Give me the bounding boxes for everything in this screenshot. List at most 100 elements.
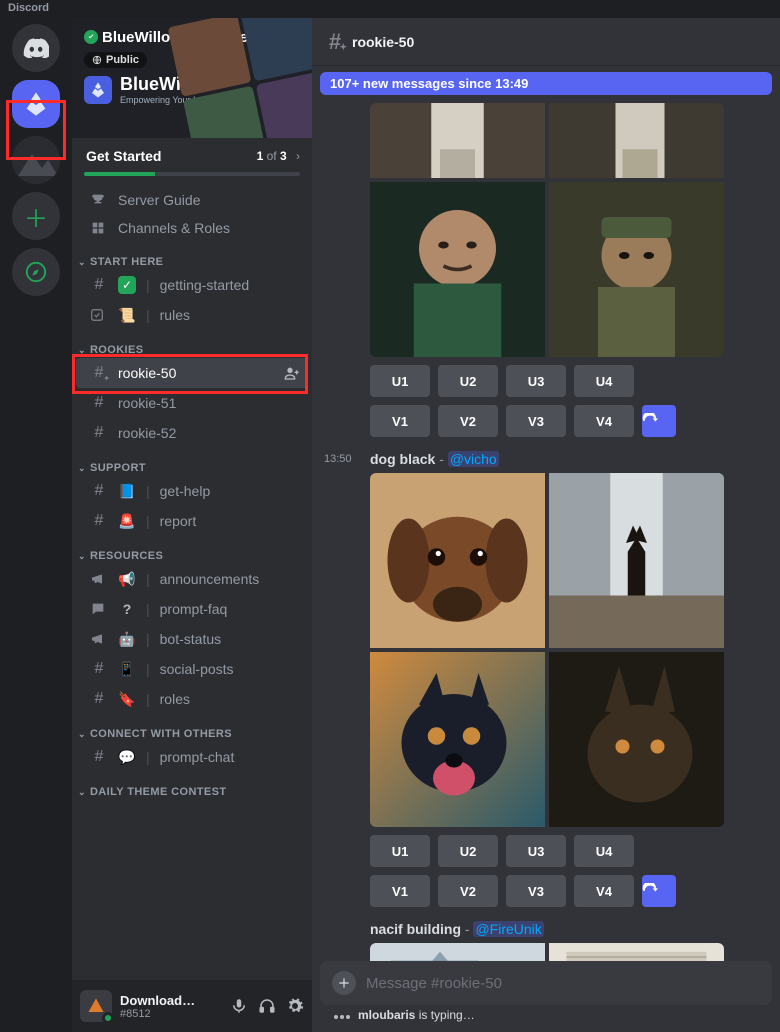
add-server-button[interactable]: ＋ [12, 192, 60, 240]
upscale-button-u4[interactable]: U4 [574, 365, 634, 397]
channel-label: rookie-52 [118, 425, 300, 441]
reroll-button[interactable] [642, 875, 676, 907]
microphone-icon[interactable] [230, 997, 248, 1015]
upscale-button-u1[interactable]: U1 [370, 365, 430, 397]
typing-user: mloubaris [358, 1008, 415, 1022]
add-user-icon[interactable] [284, 365, 300, 381]
verified-badge-icon [84, 30, 98, 44]
channel-roles[interactable]: # 🔖 | roles [76, 684, 308, 714]
chat-bubble-icon [90, 601, 108, 617]
variation-button-v4[interactable]: V4 [574, 405, 634, 437]
upscale-button-u1[interactable]: U1 [370, 835, 430, 867]
channel-label: roles [160, 691, 300, 707]
hash-icon: # [90, 660, 108, 678]
message-timestamp: 13:50 [324, 453, 352, 465]
chevron-down-icon: ⌄ [78, 729, 86, 740]
channel-social-posts[interactable]: # 📱 | social-posts [76, 654, 308, 684]
upscale-button-u4[interactable]: U4 [574, 835, 634, 867]
variation-button-v2[interactable]: V2 [438, 875, 498, 907]
upscale-button-u2[interactable]: U2 [438, 835, 498, 867]
get-started-current: 1 [257, 149, 264, 163]
get-started-title: Get Started [86, 148, 161, 164]
user-panel: Download… #8512 [72, 980, 312, 1032]
section-rookies-label: ROOKIES [90, 344, 144, 356]
message-input[interactable] [366, 975, 760, 992]
message-author-mention[interactable]: @FireUnik [473, 921, 543, 937]
hash-icon: # [90, 690, 108, 708]
refresh-icon [642, 883, 658, 899]
megaphone-icon [90, 571, 108, 587]
server-bluewillow[interactable] [12, 80, 60, 128]
image-grid[interactable] [370, 473, 724, 827]
get-started-row[interactable]: Get Started 1 of 3 › [72, 138, 312, 172]
image-grid[interactable] [370, 943, 724, 961]
channel-bot-status[interactable]: 🤖 | bot-status [76, 624, 308, 654]
channels-roles-label: Channels & Roles [118, 220, 300, 236]
server-banner-art [192, 18, 312, 138]
channel-rookie-51[interactable]: # rookie-51 [76, 388, 308, 418]
new-messages-bar[interactable]: 107+ new messages since 13:49 [320, 72, 772, 95]
channel-label: prompt-chat [160, 749, 300, 765]
channel-report[interactable]: # 🚨 | report [76, 506, 308, 536]
explore-servers-button[interactable] [12, 248, 60, 296]
grid-icon [90, 220, 108, 236]
message-author-mention[interactable]: @vicho [448, 451, 499, 467]
section-rookies[interactable]: ⌄ ROOKIES [72, 330, 312, 358]
public-badge: Public [84, 52, 147, 68]
variation-button-v1[interactable]: V1 [370, 405, 430, 437]
section-resources-label: RESOURCES [90, 550, 163, 562]
section-start-here-label: START HERE [90, 256, 163, 268]
server-other[interactable] [12, 136, 60, 184]
channel-label: bot-status [160, 631, 300, 647]
channel-rules[interactable]: 📜 | rules [76, 300, 308, 330]
channel-get-help[interactable]: # 📘 | get-help [76, 476, 308, 506]
chevron-right-icon: › [296, 149, 300, 163]
section-start-here[interactable]: ⌄ START HERE [72, 242, 312, 270]
bluewillow-logo-icon [22, 90, 50, 118]
upscale-button-u2[interactable]: U2 [438, 365, 498, 397]
chevron-down-icon: ⌄ [78, 257, 86, 268]
image-grid[interactable] [370, 103, 724, 357]
hash-icon: # [90, 394, 108, 412]
check-square-icon [90, 308, 108, 322]
headphones-icon[interactable] [258, 997, 276, 1015]
message-composer[interactable] [320, 961, 772, 1005]
channels-roles-row[interactable]: Channels & Roles [76, 214, 308, 242]
channel-prompt-faq[interactable]: ? | prompt-faq [76, 594, 308, 624]
reroll-button[interactable] [642, 405, 676, 437]
variation-button-v3[interactable]: V3 [506, 875, 566, 907]
channel-announcements[interactable]: 📢 | announcements [76, 564, 308, 594]
section-support[interactable]: ⌄ SUPPORT [72, 448, 312, 476]
messages-list[interactable]: U1 U2 U3 U4 V1 V2 V3 V4 [312, 103, 780, 961]
channel-prompt-chat[interactable]: # 💬 | prompt-chat [76, 742, 308, 772]
attach-button[interactable] [332, 971, 356, 995]
chevron-down-icon: ⌄ [78, 463, 86, 474]
compass-icon [25, 261, 47, 283]
upscale-button-u3[interactable]: U3 [506, 835, 566, 867]
chevron-down-icon: ⌄ [78, 787, 86, 798]
channel-label: social-posts [160, 661, 300, 677]
gear-icon[interactable] [286, 997, 304, 1015]
typing-indicator: mloubaris is typing… [320, 1005, 772, 1028]
get-started-total: 3 [280, 149, 287, 163]
channel-rookie-52[interactable]: # rookie-52 [76, 418, 308, 448]
user-name: Download… [120, 993, 222, 1008]
section-connect[interactable]: ⌄ CONNECT WITH OTHERS [72, 714, 312, 742]
variation-button-v4[interactable]: V4 [574, 875, 634, 907]
channel-label: rules [160, 307, 300, 323]
channel-getting-started[interactable]: # ✓ | getting-started [76, 270, 308, 300]
discord-logo-icon [23, 38, 49, 58]
channel-label: report [160, 513, 300, 529]
variation-button-v3[interactable]: V3 [506, 405, 566, 437]
dm-home-button[interactable] [12, 24, 60, 72]
hash-icon: # [90, 748, 108, 766]
server-guide-row[interactable]: Server Guide [76, 186, 308, 214]
upscale-button-u3[interactable]: U3 [506, 365, 566, 397]
channel-rookie-50[interactable]: #✦ rookie-50 [76, 358, 308, 388]
variation-button-v1[interactable]: V1 [370, 875, 430, 907]
user-avatar[interactable] [80, 990, 112, 1022]
variation-button-v2[interactable]: V2 [438, 405, 498, 437]
section-resources[interactable]: ⌄ RESOURCES [72, 536, 312, 564]
section-daily[interactable]: ⌄ DAILY THEME CONTEST [72, 772, 312, 800]
server-header[interactable]: BlueWillow AI to Crea… ⌄ Public BlueWill… [72, 18, 312, 138]
